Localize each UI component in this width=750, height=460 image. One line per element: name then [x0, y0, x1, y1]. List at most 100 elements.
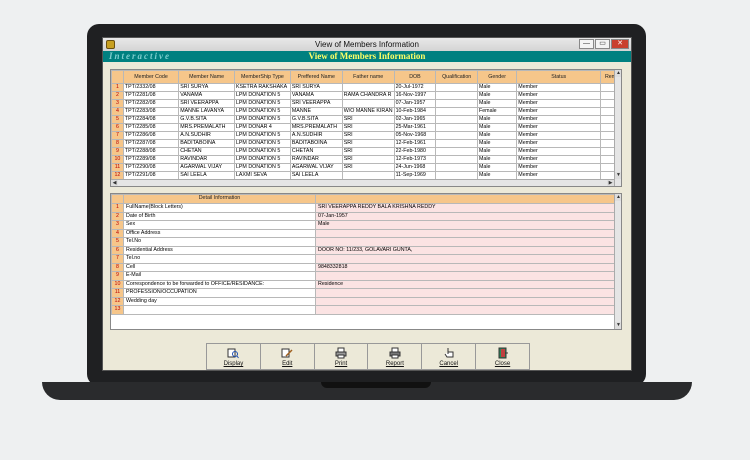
cell-pref[interactable]: G.V.B.SITA	[289, 115, 343, 124]
row-number[interactable]: 11	[111, 163, 124, 172]
cell-pref[interactable]: CHETAN	[289, 147, 343, 156]
members-horizontal-scrollbar[interactable]: ◀ ▶	[111, 179, 614, 186]
cell-code[interactable]: TPT/2282/08	[122, 99, 180, 108]
detail-value[interactable]: Male	[315, 220, 616, 230]
cell-pref[interactable]: SRI VEERAPPA	[289, 99, 343, 108]
cell-type[interactable]: LPM DONATION 5	[233, 115, 291, 124]
table-row[interactable]: 2 TPT/2281/08 VANAMA LPM DONATION 5 VANAMA RA…	[111, 91, 621, 100]
cell-father[interactable]: SRI	[341, 155, 395, 164]
cell-type[interactable]: LPM DONATION 5	[233, 147, 291, 156]
detail-row[interactable]: 12 Wedding day	[111, 296, 616, 306]
table-row[interactable]: 10 TPT/2289/08 RAVINDAR LPM DONATION 5 RAVIN…	[111, 155, 621, 164]
cell-pref[interactable]: AGARWAL VIJAY	[289, 163, 343, 172]
detail-row[interactable]: 2 Date of Birth 07-Jan-1957	[111, 211, 616, 221]
detail-value[interactable]	[315, 254, 616, 264]
cell-status[interactable]: Member	[516, 163, 602, 172]
cell-dob[interactable]: 24-Jun-1968	[393, 163, 437, 172]
detail-row[interactable]: 7 Tel.no	[111, 254, 616, 264]
cell-father[interactable]: RAMA CHANDRA R	[341, 91, 395, 100]
detail-value[interactable]: Residence	[315, 279, 616, 289]
display-button[interactable]: Display	[207, 344, 261, 369]
detail-row[interactable]: 11 PROFESSION/OCCUPATION	[111, 288, 616, 298]
detail-value[interactable]	[315, 305, 616, 315]
cell-code[interactable]: TPT/2283/08	[122, 107, 180, 116]
cell-status[interactable]: Member	[516, 83, 602, 92]
table-row[interactable]: 7 TPT/2286/08 A.N.SUDHIR LPM DONATION 5 A.N.…	[111, 131, 621, 140]
cell-qual[interactable]	[435, 155, 478, 164]
detail-value[interactable]	[315, 288, 616, 298]
cell-gender[interactable]: Female	[476, 107, 518, 116]
row-number[interactable]: 9	[111, 147, 124, 156]
table-row[interactable]: 8 TPT/2287/08 BADITABOINA LPM DONATION 5 BAD…	[111, 139, 621, 148]
minimize-button[interactable]: —	[579, 39, 594, 49]
cell-code[interactable]: TPT/2284/08	[122, 115, 180, 124]
cell-dob[interactable]: 12-Feb-1973	[393, 155, 437, 164]
cell-name[interactable]: CHETAN	[178, 147, 235, 156]
detail-vertical-scrollbar[interactable]: ▲ ▼	[614, 194, 621, 329]
cell-dob[interactable]: 02-Jan-1965	[393, 115, 437, 124]
column-header[interactable]: Member Code	[122, 70, 180, 84]
cell-pref[interactable]: SRI SURYA	[289, 83, 343, 92]
cell-status[interactable]: Member	[516, 123, 602, 132]
column-header[interactable]: Preffered Name	[289, 70, 343, 84]
column-header[interactable]: Qualification	[435, 70, 478, 84]
cell-type[interactable]: LPM DONATION 5	[233, 91, 291, 100]
cell-father[interactable]: SRI	[341, 163, 395, 172]
detail-row[interactable]: 1 FullName(Block Letters) SRI VEERAPPA RED…	[111, 203, 616, 213]
cell-code[interactable]: TPT/2281/08	[122, 91, 180, 100]
cell-status[interactable]: Member	[516, 99, 602, 108]
detail-value[interactable]: DOOR NO: 11/233, GOLAVARI GUNTA,	[315, 245, 616, 255]
detail-value[interactable]	[315, 271, 616, 281]
column-header[interactable]: MemberShip Type	[233, 70, 291, 84]
cell-gender[interactable]: Male	[476, 91, 518, 100]
close-button[interactable]: Close	[476, 344, 529, 369]
cell-name[interactable]: G.V.B.SITA	[178, 115, 235, 124]
cell-qual[interactable]	[435, 83, 478, 92]
column-header[interactable]: Gender	[476, 70, 518, 84]
cell-pref[interactable]: VANAMA	[289, 91, 343, 100]
row-number[interactable]: 6	[111, 123, 124, 132]
detail-scroll-up-icon[interactable]: ▲	[615, 194, 621, 201]
cell-status[interactable]: Member	[516, 131, 602, 140]
detail-row[interactable]: 6 Residential Address DOOR NO: 11/233, GOL…	[111, 245, 616, 255]
members-grid[interactable]: Member Code Member Name MemberShip Type Pre…	[110, 69, 622, 187]
cell-father[interactable]: SRI	[341, 139, 395, 148]
row-number[interactable]: 4	[111, 107, 124, 116]
detail-row[interactable]: 9 E-Mail	[111, 271, 616, 281]
scroll-right-icon[interactable]: ▶	[607, 180, 614, 186]
detail-value[interactable]	[315, 296, 616, 306]
table-row[interactable]: 4 TPT/2283/08 MANNE LAVANYA LPM DONATION 5M…	[111, 107, 621, 116]
cell-gender[interactable]: Male	[476, 131, 518, 140]
cell-gender[interactable]: Male	[476, 115, 518, 124]
detail-row[interactable]: 13	[111, 305, 616, 315]
cell-dob[interactable]: 05-Nov-1968	[393, 131, 437, 140]
cell-father[interactable]: SRI	[341, 115, 395, 124]
row-number[interactable]: 2	[111, 91, 124, 100]
detail-value[interactable]: 9848332818	[315, 262, 616, 272]
cell-qual[interactable]	[435, 131, 478, 140]
cell-pref[interactable]: MANNE	[289, 107, 343, 116]
cell-father[interactable]	[341, 99, 395, 108]
cell-code[interactable]: TPT/2288/08	[122, 147, 180, 156]
cell-name[interactable]: MRS.PREMALATH	[178, 123, 235, 132]
cell-qual[interactable]	[435, 107, 478, 116]
detail-row[interactable]: 3 Sex Male	[111, 220, 616, 230]
cell-qual[interactable]	[435, 91, 478, 100]
cell-dob[interactable]: 12-Feb-1961	[393, 139, 437, 148]
cell-type[interactable]: LPM DONATION 5	[233, 155, 291, 164]
cancel-button[interactable]: Cancel	[422, 344, 477, 369]
detail-row[interactable]: 8 Cell 9848332818	[111, 262, 616, 272]
cell-type[interactable]: LPM DONAR 4	[233, 123, 291, 132]
cell-name[interactable]: MANNE LAVANYA	[178, 107, 235, 116]
cell-qual[interactable]	[435, 139, 478, 148]
cell-code[interactable]: TPT/2286/08	[122, 131, 180, 140]
print-button[interactable]: Print	[315, 344, 369, 369]
scroll-up-icon[interactable]: ▲	[615, 70, 621, 77]
cell-gender[interactable]: Male	[476, 163, 518, 172]
cell-father[interactable]	[341, 83, 395, 92]
column-header[interactable]: Father name	[341, 70, 395, 84]
detail-row[interactable]: 5 Tel.No	[111, 237, 616, 247]
cell-name[interactable]: VANAMA	[178, 91, 235, 100]
detail-grid[interactable]: Detail Information 1 FullName(Block Lette…	[110, 193, 622, 330]
row-number[interactable]: 10	[111, 155, 124, 164]
